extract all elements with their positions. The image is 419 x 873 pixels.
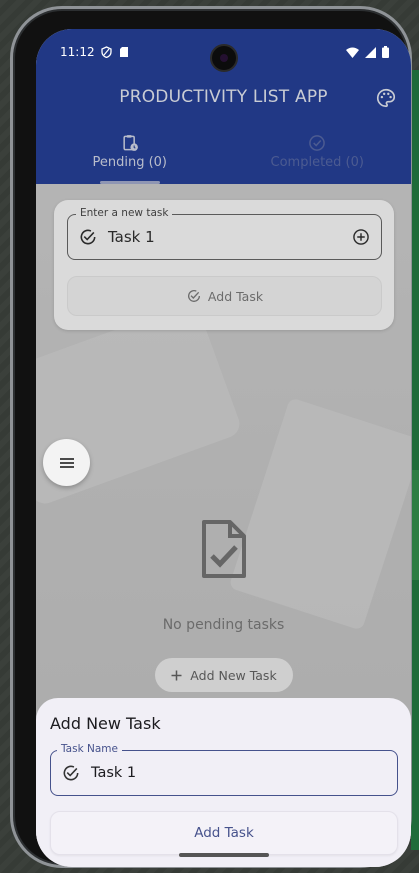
tab-completed[interactable]: Completed (0) xyxy=(224,129,412,184)
new-task-card: Enter a new task Task 1 Add Task xyxy=(54,200,394,330)
app-title: PRODUCTIVITY LIST APP xyxy=(119,87,328,107)
shield-icon xyxy=(100,46,112,58)
background-window-edge-2 xyxy=(411,470,419,580)
front-camera xyxy=(210,44,238,72)
task-check-icon xyxy=(187,290,200,302)
add-new-task-button[interactable]: Add New Task xyxy=(155,658,293,692)
add-task-bottom-sheet: Add New Task Task Name Task 1 Add Task xyxy=(36,698,411,867)
tab-completed-label: Completed (0) xyxy=(270,155,364,170)
add-circle-icon[interactable] xyxy=(351,227,371,247)
phone-screen: 11:12 PRODUCTIVITY LIST APP Pending (0) xyxy=(36,29,411,867)
palette-icon[interactable] xyxy=(375,87,397,109)
tab-pending[interactable]: Pending (0) xyxy=(36,129,224,184)
new-task-input-label: Enter a new task xyxy=(76,207,173,219)
sheet-add-task-button[interactable]: Add Task xyxy=(50,811,398,855)
sheet-add-task-label: Add Task xyxy=(194,825,254,841)
add-new-task-label: Add New Task xyxy=(190,667,277,683)
clipboard-clock-icon xyxy=(123,135,138,151)
menu-icon xyxy=(59,457,74,468)
task-name-input[interactable]: Task Name Task 1 xyxy=(50,743,398,796)
app-bar: 11:12 PRODUCTIVITY LIST APP Pending (0) xyxy=(36,29,411,184)
add-task-button-label: Add Task xyxy=(207,288,264,304)
status-time: 11:12 xyxy=(60,45,95,59)
status-icons xyxy=(346,46,389,58)
gesture-handle xyxy=(179,853,269,857)
phone-frame: 11:12 PRODUCTIVITY LIST APP Pending (0) xyxy=(10,6,412,868)
tab-pending-label: Pending (0) xyxy=(92,155,167,170)
empty-state-text: No pending tasks xyxy=(162,617,285,633)
task-name-value: Task 1 xyxy=(91,765,137,781)
document-check-icon xyxy=(202,520,246,578)
wifi-icon xyxy=(346,47,359,58)
add-task-button[interactable]: Add Task xyxy=(67,276,382,316)
menu-fab[interactable] xyxy=(43,439,90,486)
background-window-edge xyxy=(411,70,419,850)
new-task-input-value: Task 1 xyxy=(108,228,155,246)
task-name-label: Task Name xyxy=(57,743,122,755)
check-circle-icon xyxy=(309,135,326,151)
new-task-input[interactable]: Enter a new task Task 1 xyxy=(67,207,382,260)
plus-icon xyxy=(171,670,182,680)
signal-icon xyxy=(365,46,376,58)
sheet-title: Add New Task xyxy=(50,714,161,733)
task-check-icon xyxy=(80,229,96,245)
battery-icon xyxy=(382,46,389,58)
sim-icon xyxy=(119,47,128,57)
tab-bar: Pending (0) Completed (0) xyxy=(36,129,411,184)
task-check-icon xyxy=(63,765,79,781)
